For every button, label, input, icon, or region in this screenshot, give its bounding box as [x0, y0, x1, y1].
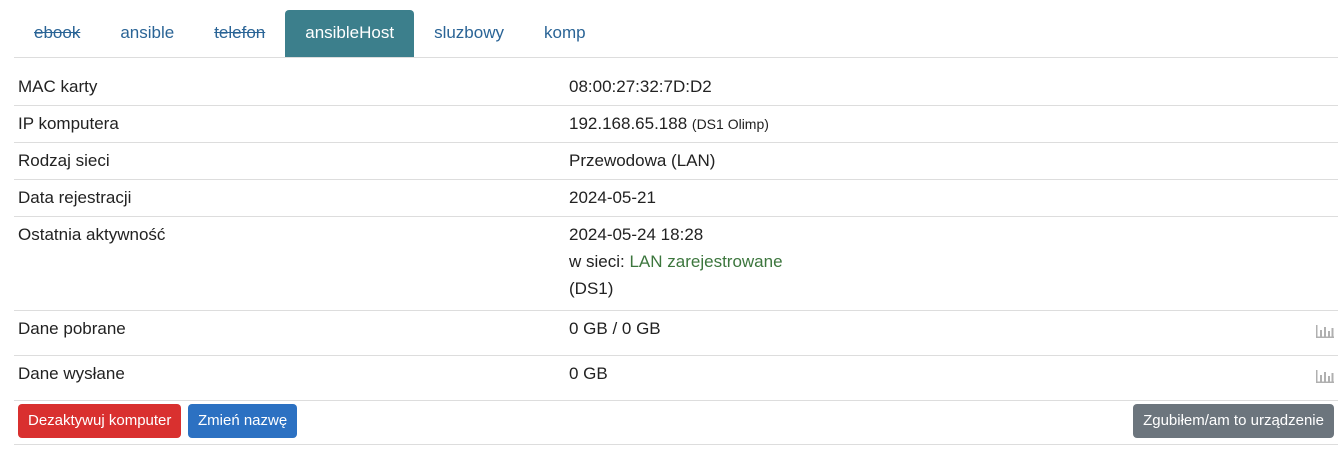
ip-label: IP komputera [14, 105, 565, 143]
last-activity-datetime: 2024-05-24 18:28 [569, 225, 704, 244]
network-status: LAN zarejestrowane [629, 252, 783, 271]
tab-ansible[interactable]: ansible [100, 10, 194, 57]
rename-button[interactable]: Zmień nazwę [188, 404, 298, 438]
table-row: MAC karty 08:00:27:32:7D:D2 [14, 69, 1338, 106]
device-tabs: ebook ansible telefon ansibleHost sluzbo… [14, 10, 1338, 58]
uploaded-value: 0 GB [565, 355, 1290, 401]
downloaded-value: 0 GB / 0 GB [565, 310, 1290, 356]
table-row: Ostatnia aktywność 2024-05-24 18:28 w si… [14, 216, 1338, 311]
tab-ansiblehost[interactable]: ansibleHost [285, 10, 415, 57]
network-prefix: w sieci: [569, 252, 625, 271]
table-row: Dane wysłane 0 GB [14, 355, 1338, 401]
tab-komp[interactable]: komp [524, 10, 606, 57]
mac-label: MAC karty [14, 69, 565, 106]
last-activity-location: (DS1) [569, 279, 614, 298]
registration-date-value: 2024-05-21 [565, 179, 1290, 217]
device-details-table: MAC karty 08:00:27:32:7D:D2 IP komputera… [14, 69, 1338, 401]
ip-value: 192.168.65.188 [569, 114, 688, 133]
device-actions: Dezaktywuj komputer Zmień nazwę Zgubiłem… [14, 400, 1338, 445]
lost-device-button[interactable]: Zgubiłem/am to urządzenie [1133, 404, 1334, 438]
bar-chart-icon[interactable] [1316, 368, 1334, 388]
ip-note: (DS1 Olimp) [691, 116, 769, 132]
bar-chart-icon[interactable] [1316, 323, 1334, 343]
mac-value: 08:00:27:32:7D:D2 [565, 69, 1290, 106]
tab-sluzbowy[interactable]: sluzbowy [414, 10, 524, 57]
network-type-value: Przewodowa (LAN) [565, 142, 1290, 180]
table-row: Rodzaj sieci Przewodowa (LAN) [14, 142, 1338, 180]
last-activity-cell: 2024-05-24 18:28 w sieci: LAN zarejestro… [565, 216, 1290, 311]
network-type-label: Rodzaj sieci [14, 142, 565, 180]
table-row: IP komputera 192.168.65.188 (DS1 Olimp) [14, 105, 1338, 143]
downloaded-label: Dane pobrane [14, 310, 565, 356]
last-activity-network: w sieci: LAN zarejestrowane [569, 248, 1286, 275]
table-row: Dane pobrane 0 GB / 0 GB [14, 310, 1338, 356]
tab-telefon[interactable]: telefon [194, 10, 285, 57]
uploaded-label: Dane wysłane [14, 355, 565, 401]
tab-ebook[interactable]: ebook [14, 10, 100, 57]
last-activity-label: Ostatnia aktywność [14, 216, 565, 311]
table-row: Data rejestracji 2024-05-21 [14, 179, 1338, 217]
registration-date-label: Data rejestracji [14, 179, 565, 217]
ip-cell: 192.168.65.188 (DS1 Olimp) [565, 105, 1290, 143]
deactivate-computer-button[interactable]: Dezaktywuj komputer [18, 404, 182, 438]
